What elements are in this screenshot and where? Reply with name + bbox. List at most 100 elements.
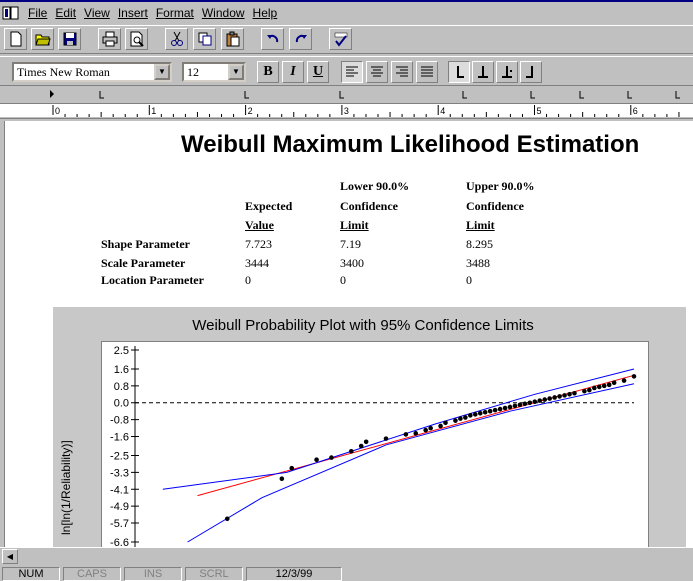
y-tick-label: 0.8 [114,381,129,393]
expected-header-line1: Expected [245,199,293,213]
data-point [512,403,518,409]
status-bar: NUM CAPS INS SCRL 12/3/99 [0,566,693,581]
justify-button[interactable] [416,61,438,83]
data-point [522,401,528,407]
menu-window[interactable]: Window [198,4,249,22]
spell-check-button[interactable] [329,28,352,50]
justify-icon [421,66,433,77]
data-point [224,516,230,522]
paste-button[interactable] [221,28,244,50]
data-point [601,383,607,389]
bold-button[interactable]: B [257,61,279,83]
clipboard-icon [226,31,239,47]
align-left-button[interactable] [341,61,363,83]
y-tick-label: -0.8 [110,415,129,427]
standard-toolbar [0,25,693,54]
scroll-left-button[interactable]: ◀ [2,549,18,564]
y-tick-label: -4.9 [110,501,129,513]
menu-insert[interactable]: Insert [114,4,152,22]
y-tick-label: -5.7 [110,518,129,530]
horizontal-scrollbar[interactable]: ◀ [0,547,693,564]
align-center-button[interactable] [366,61,388,83]
data-point [557,394,562,399]
ruler[interactable]: 0 1 2 3 4 5 6 [0,87,693,119]
save-button[interactable] [58,28,81,50]
plot-inner: 2.5 1.6 0.8 0.0 -0.8 -1.6 -2.5 -3.3 -4.1 -4.9 -5.7… [101,341,649,547]
data-point [463,415,468,420]
font-name-value: Times New Roman [17,65,110,79]
document-page[interactable]: Weibull Maximum Likelihood Estimation Lo… [4,121,693,547]
row-label-scale: Scale Parameter [101,256,186,270]
new-button[interactable] [4,28,27,50]
y-tick-label: -2.5 [110,450,129,462]
print-button[interactable] [98,28,121,50]
data-point [487,408,493,414]
ruler-number: 5 [537,106,542,116]
tab-left-button[interactable] [448,61,470,83]
y-tick-label: 0.0 [114,398,129,410]
tab-left-icon [457,66,464,78]
data-point [497,406,503,412]
app-icon[interactable] [2,5,20,21]
menu-file[interactable]: File [24,4,51,22]
ruler-ticks: 0 1 2 3 4 5 6 [52,105,680,117]
data-point [363,439,369,445]
data-point [438,423,443,429]
status-num: NUM [2,567,60,581]
spell-check-icon [334,32,347,47]
upper-header-line2: Confidence [466,199,524,213]
data-point [477,410,483,416]
open-button[interactable] [31,28,54,50]
underline-button[interactable]: U [307,61,329,83]
lower-header-line2: Confidence [340,199,398,213]
menu-format[interactable]: Format [152,4,198,22]
ruler-number: 1 [151,106,156,116]
lower-header-line3: Limit [340,218,369,232]
plot-y-axis-label: ln[ln(1/Reliability)] [59,440,73,535]
tab-decimal-button[interactable] [496,61,518,83]
data-point [458,416,463,421]
menu-help[interactable]: Help [249,4,282,22]
data-point [289,465,295,471]
data-point [482,409,488,415]
tab-center-button[interactable] [472,61,494,83]
weibull-plot[interactable]: Weibull Probability Plot with 95% Confid… [53,307,686,547]
status-date: 12/3/99 [246,567,342,581]
data-point [358,443,364,449]
upper-header-line1: Upper 90.0% [466,179,535,193]
tab-right-button[interactable] [520,61,542,83]
data-point [527,400,533,406]
copy-button[interactable] [193,28,216,50]
format-toolbar: Times New Roman ▼ 12 ▼ B I U [0,56,693,86]
data-point [621,378,627,383]
ruler-number: 4 [440,106,445,116]
data-point [468,413,473,418]
chevron-down-icon[interactable]: ▼ [228,64,244,80]
status-caps: CAPS [63,567,121,581]
align-center-icon [371,66,383,77]
cut-button[interactable] [165,28,188,50]
save-disk-icon [63,32,76,46]
y-tick-label: -4.1 [110,484,129,496]
print-preview-button[interactable] [125,28,148,50]
tab-stops[interactable] [0,87,693,103]
data-point [423,427,428,433]
italic-button[interactable]: I [282,61,304,83]
menu-edit[interactable]: Edit [51,4,80,22]
location-upper: 0 [466,273,472,287]
chevron-down-icon[interactable]: ▼ [154,64,170,80]
plot-canvas: 2.5 1.6 0.8 0.0 -0.8 -1.6 -2.5 -3.3 -4.1 -4.9 -5.7… [110,345,637,547]
font-size-select[interactable]: 12 ▼ [182,62,246,82]
data-point [596,384,602,390]
data-point [329,455,334,460]
menu-view[interactable]: View [80,4,114,22]
scissors-icon [170,31,183,46]
location-lower: 0 [340,273,346,287]
align-right-button[interactable] [391,61,413,83]
redo-button[interactable] [289,28,312,50]
tab-center-icon [478,66,488,78]
undo-button[interactable] [261,28,284,50]
font-name-select[interactable]: Times New Roman ▼ [12,62,172,82]
shape-expected: 7.723 [245,237,272,251]
align-right-icon [396,66,408,77]
